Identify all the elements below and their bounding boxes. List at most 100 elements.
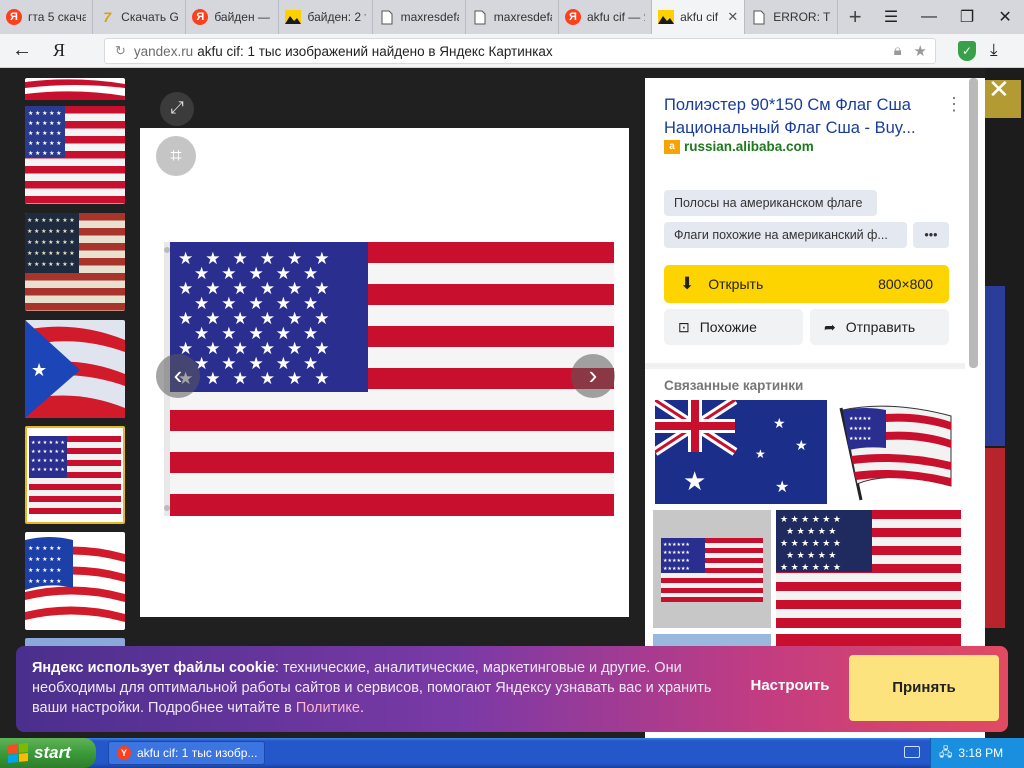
- thumbnail[interactable]: ★: [25, 320, 125, 418]
- tab-label: ERROR: The: [773, 10, 831, 24]
- svg-text:★ ★ ★ ★ ★ ★ ★: ★ ★ ★ ★ ★ ★ ★: [27, 228, 75, 235]
- new-tab-button[interactable]: +: [838, 0, 872, 34]
- similar-label: Похожие: [699, 319, 757, 335]
- tag-chip[interactable]: Флаги похожие на американский ф...: [664, 222, 907, 248]
- crop-icon[interactable]: ⌗: [156, 136, 196, 176]
- configure-cookies-button[interactable]: Настроить: [726, 664, 854, 708]
- tab-9[interactable]: ERROR: The: [745, 0, 839, 34]
- tab-label: maxresdefault: [493, 10, 552, 24]
- tab-8-active[interactable]: akfu cif ✕: [652, 0, 746, 34]
- tab-6[interactable]: maxresdefault: [466, 0, 559, 34]
- keyboard-icon[interactable]: [904, 746, 920, 758]
- svg-text:★★★★★★: ★★★★★★: [663, 542, 690, 548]
- image-icon: [285, 9, 302, 25]
- reload-icon[interactable]: ↻: [115, 43, 126, 59]
- more-tags-button[interactable]: •••: [913, 222, 949, 248]
- task-label: akfu cif: 1 тыс изобр...: [137, 746, 258, 760]
- tab-5[interactable]: maxresdefault: [373, 0, 466, 34]
- main-image[interactable]: ★★★★★★ ★★★★★ ★★★★★★ ★★★★★ ★★★★★★ ★★★★★ ★…: [140, 128, 629, 617]
- system-tray: 🖧︎ 3:18 PM: [930, 738, 1024, 768]
- document-icon: [751, 9, 767, 25]
- url-field[interactable]: ↻ yandex.ru akfu cif: 1 тыс изображений …: [104, 38, 936, 64]
- fullscreen-expand-icon[interactable]: ⤢: [160, 92, 194, 126]
- open-image-button[interactable]: ⬇ Открыть 800×800: [664, 265, 949, 303]
- source-domain: russian.alibaba.com: [684, 139, 814, 154]
- window-controls: ☰ — ❐ ✕: [872, 0, 1024, 34]
- image-viewer: ★ ★ ★ ★ ★ ★ ★ ★ ★ ★ ★ ★ ★ ★ ★ ★ ★ ★ ★ ★ ★ ★ …: [0, 68, 1024, 738]
- panel-scrollbar[interactable]: [965, 78, 985, 738]
- close-viewer-icon[interactable]: ✕: [988, 74, 1010, 105]
- australian-flag-image: ★ ★ ★ ★ ★: [655, 400, 827, 504]
- svg-text:★ ★ ★ ★ ★: ★ ★ ★ ★ ★: [28, 545, 62, 552]
- close-window-icon[interactable]: ✕: [986, 7, 1024, 27]
- policy-link[interactable]: Политике: [296, 700, 360, 716]
- tab-7[interactable]: Яakfu cif — Яндекс: [559, 0, 653, 34]
- restore-icon[interactable]: ❐: [948, 7, 986, 27]
- svg-text:★★★★★: ★★★★★: [849, 436, 872, 442]
- minimize-icon[interactable]: —: [910, 8, 948, 26]
- taskbar-browser-item[interactable]: Y akfu cif: 1 тыс изобр...: [108, 741, 265, 765]
- image-title-link[interactable]: Полиэстер 90*150 См Флаг Сша Национальны…: [664, 94, 934, 140]
- document-icon: [379, 9, 395, 25]
- thumbnail[interactable]: ★ ★ ★ ★ ★ ★ ★ ★ ★ ★ ★ ★ ★ ★ ★ ★ ★ ★ ★ ★: [25, 532, 125, 630]
- document-icon: [472, 9, 488, 25]
- related-image[interactable]: ★★★★★ ★★★★★ ★★★★★: [831, 400, 961, 504]
- yandex-icon: Я: [6, 9, 22, 25]
- tab-3[interactable]: Ябайден — Яндекс: [186, 0, 280, 34]
- next-image-arrow-icon[interactable]: ›: [571, 354, 615, 398]
- lens-search-icon: ⊡: [678, 318, 690, 335]
- thumbnail[interactable]: ★ ★ ★ ★ ★ ★ ★ ★ ★ ★ ★ ★ ★ ★ ★ ★ ★ ★ ★ ★ ★ ★…: [25, 213, 125, 311]
- tab-bar: Ягта 5 скачать 7 Скачать GTA 5 Ябайден — …: [0, 0, 1024, 34]
- svg-text:★ ★ ★ ★ ★: ★ ★ ★ ★ ★: [28, 140, 62, 147]
- svg-text:★★★★★★: ★★★★★★: [663, 558, 690, 564]
- similar-button[interactable]: ⊡ Похожие: [664, 309, 803, 345]
- svg-text:★: ★: [755, 447, 766, 461]
- related-image[interactable]: ★ ★ ★ ★ ★: [655, 400, 827, 504]
- thumbnail[interactable]: [25, 78, 125, 100]
- source-link[interactable]: a russian.alibaba.com: [664, 139, 814, 154]
- more-options-icon[interactable]: ⋮: [945, 94, 963, 115]
- svg-text:★ ★ ★ ★ ★ ★: ★ ★ ★ ★ ★ ★: [780, 538, 841, 548]
- svg-text:★ ★ ★ ★ ★ ★ ★: ★ ★ ★ ★ ★ ★ ★: [27, 217, 75, 224]
- browser-logo[interactable]: Я: [44, 40, 74, 61]
- tag-chip[interactable]: Полосы на американском флаге: [664, 190, 877, 216]
- tab-label: байден — Яндекс: [214, 10, 272, 24]
- cookie-bold-text: Яндекс использует файлы cookie: [32, 660, 275, 676]
- star-icon[interactable]: ★: [914, 42, 927, 60]
- thumbnail-strip: ★ ★ ★ ★ ★ ★ ★ ★ ★ ★ ★ ★ ★ ★ ★ ★ ★ ★ ★ ★ ★ ★ …: [22, 68, 128, 738]
- svg-text:★ ★ ★ ★ ★: ★ ★ ★ ★ ★: [28, 578, 62, 585]
- close-tab-icon[interactable]: ✕: [727, 9, 738, 25]
- scrollbar-thumb[interactable]: [969, 78, 978, 368]
- menu-icon[interactable]: ☰: [872, 7, 910, 27]
- downloads-icon[interactable]: ⤓: [990, 40, 998, 60]
- svg-text:★ ★ ★ ★ ★ ★: ★ ★ ★ ★ ★ ★: [31, 458, 65, 464]
- svg-text:★★★★★★: ★★★★★★: [663, 550, 690, 556]
- tab-2[interactable]: 7 Скачать GTA 5: [93, 0, 187, 34]
- tab-1[interactable]: Ягта 5 скачать: [0, 0, 94, 34]
- clock: 3:18 PM: [958, 746, 1004, 760]
- tab-4[interactable]: байден: 2 тыс: [279, 0, 373, 34]
- start-button[interactable]: start: [0, 738, 96, 768]
- related-image[interactable]: ★ ★ ★ ★ ★ ★ ★ ★ ★ ★ ★ ★ ★ ★ ★ ★ ★ ★ ★ ★ ★ ★…: [776, 510, 961, 628]
- svg-text:★ ★ ★ ★ ★ ★: ★ ★ ★ ★ ★ ★: [780, 514, 841, 524]
- share-button[interactable]: ➦ Отправить: [810, 309, 949, 345]
- related-image[interactable]: ★★★★★★ ★★★★★★ ★★★★★★ ★★★★★★: [653, 510, 771, 628]
- svg-text:★ ★ ★ ★ ★ ★ ★: ★ ★ ★ ★ ★ ★ ★: [27, 239, 75, 246]
- prev-image-arrow-icon[interactable]: ‹: [156, 354, 200, 398]
- thumbnail-selected[interactable]: ★ ★ ★ ★ ★ ★ ★ ★ ★ ★ ★ ★ ★ ★ ★ ★ ★ ★ ★ ★ ★ ★…: [25, 426, 125, 524]
- protect-shield-icon[interactable]: ✓: [958, 41, 976, 61]
- network-icon[interactable]: 🖧︎: [939, 743, 952, 764]
- accept-cookies-button[interactable]: Принять: [849, 655, 999, 721]
- image-info-panel: Полиэстер 90*150 См Флаг Сша Национальны…: [645, 78, 965, 738]
- start-label: start: [34, 743, 71, 762]
- thumbnail[interactable]: ★ ★ ★ ★ ★ ★ ★ ★ ★ ★ ★ ★ ★ ★ ★ ★ ★ ★ ★ ★ ★ ★ …: [25, 106, 125, 204]
- tab-label: Скачать GTA 5: [121, 10, 179, 24]
- svg-text:★: ★: [795, 437, 808, 453]
- yandex-icon: Я: [564, 9, 581, 25]
- svg-text:★★★★★: ★★★★★: [849, 426, 872, 432]
- lock-icon[interactable]: 🔒︎: [894, 42, 902, 60]
- tab-label: maxresdefault: [400, 10, 459, 24]
- back-arrow-icon[interactable]: ←: [0, 39, 44, 62]
- windows-taskbar: start Y akfu cif: 1 тыс изобр... 🖧︎ 3:18…: [0, 738, 1024, 768]
- flag-closeup-image: ★ ★ ★ ★ ★ ★ ★ ★ ★ ★ ★ ★ ★ ★ ★ ★ ★ ★ ★ ★ ★ ★…: [776, 510, 961, 628]
